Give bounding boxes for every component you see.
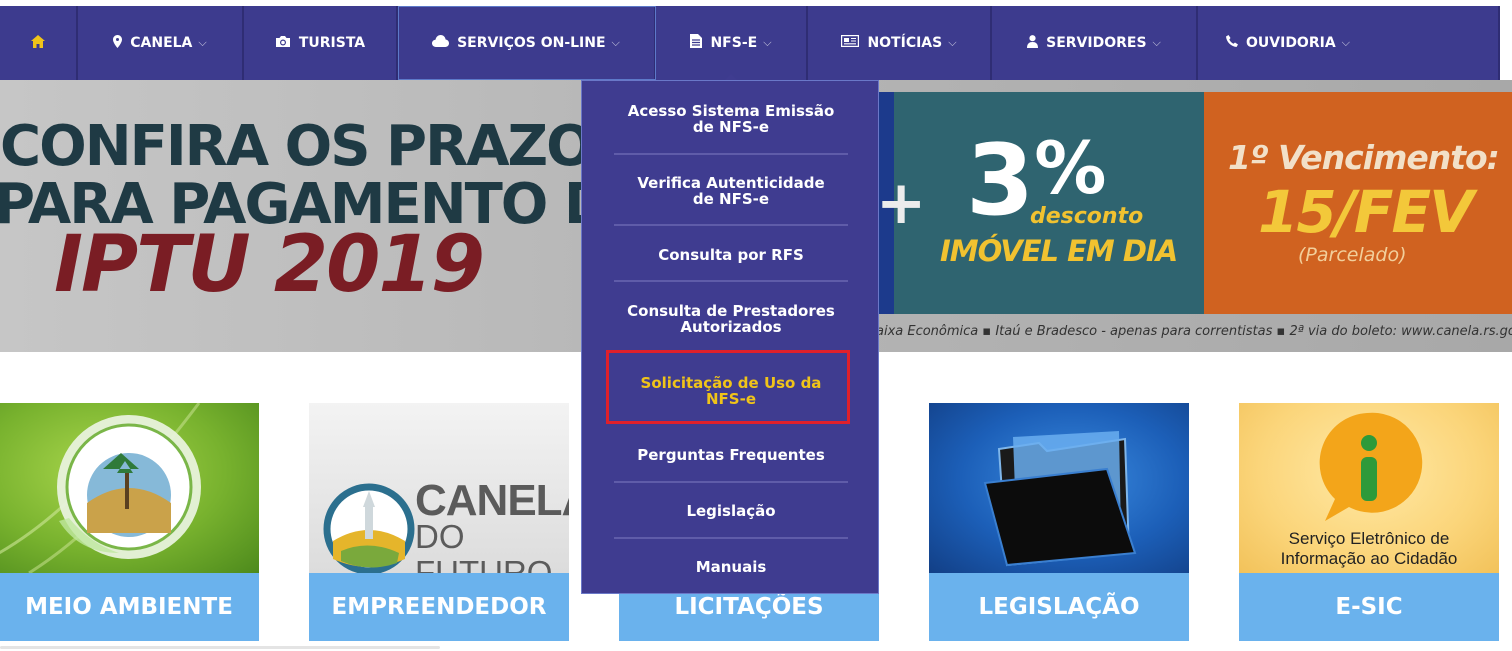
nav-ouvidoria[interactable]: OUVIDORIA ⌵ [1198, 6, 1500, 80]
menu-item-consulta-rfs[interactable]: Consulta por RFS [614, 247, 848, 263]
highlight-box [606, 350, 850, 424]
card-esic[interactable]: Serviço Eletrônico de Informação ao Cida… [1239, 403, 1499, 641]
nav-turista-label: TURISTA [298, 35, 366, 51]
nav-ouvidoria-label: OUVIDORIA [1246, 35, 1336, 51]
chevron-down-icon: ⌵ [763, 36, 772, 49]
chevron-down-icon: ⌵ [198, 36, 207, 49]
scroll-track [0, 646, 440, 649]
home-icon [31, 34, 45, 52]
nav-servidores-label: SERVIDORES [1046, 35, 1147, 51]
menu-item-perguntas-frequentes[interactable]: Perguntas Frequentes [614, 447, 848, 463]
menu-divider [614, 224, 848, 226]
environment-seal-icon [0, 403, 201, 573]
banner-headline-1: CONFIRA OS PRAZOS [0, 114, 632, 179]
nav-servidores[interactable]: SERVIDORES ⌵ [992, 6, 1198, 80]
meio-ambiente-image [0, 403, 259, 573]
card-label: LEGISLAÇÃO [929, 573, 1189, 641]
nav-noticias-label: NOTÍCIAS [867, 35, 943, 51]
card-legislacao[interactable]: LEGISLAÇÃO [929, 403, 1189, 641]
nav-nfse-label: NFS-E [710, 35, 758, 51]
menu-divider [614, 153, 848, 155]
chevron-down-icon: ⌵ [948, 36, 957, 49]
newspaper-icon [841, 35, 860, 51]
card-label: EMPREENDEDOR [309, 573, 569, 641]
card-label: MEIO AMBIENTE [0, 573, 259, 641]
user-icon [1027, 34, 1039, 52]
banner-vencimento-date: 15/FEV [1258, 178, 1474, 246]
nfse-dropdown-menu: Acesso Sistema Emissão de NFS-e Verifica… [581, 80, 879, 594]
canela-do-futuro-logo: CANELA DO FUTURO [415, 476, 569, 574]
legislacao-image [929, 403, 1189, 573]
banner-desconto: desconto [1030, 204, 1144, 229]
nav-servicos-online[interactable]: SERVIÇOS ON-LINE ⌵ [398, 6, 656, 80]
menu-item-manuais[interactable]: Manuais [614, 559, 848, 575]
nav-canela[interactable]: CANELA ⌵ [78, 6, 244, 80]
banner-headline-3: IPTU 2019 [54, 220, 485, 310]
nav-noticias[interactable]: NOTÍCIAS ⌵ [808, 6, 992, 80]
esic-image: Serviço Eletrônico de Informação ao Cida… [1239, 403, 1499, 573]
menu-divider [614, 481, 848, 483]
chevron-down-icon: ⌵ [1341, 36, 1351, 49]
menu-item-consulta-prestadores[interactable]: Consulta de Prestadores Autorizados [614, 303, 848, 335]
folder-icon [983, 431, 1137, 567]
menu-divider [614, 280, 848, 282]
card-label: E-SIC [1239, 573, 1499, 641]
menu-item-verifica-autenticidade[interactable]: Verifica Autenticidade de NFS-e [614, 175, 848, 207]
nav-turista[interactable]: TURISTA [244, 6, 398, 80]
banner-plus: + [876, 168, 927, 238]
chevron-down-icon: ⌵ [611, 36, 620, 49]
main-nav: CANELA ⌵ TURISTA SERVIÇOS ON-LINE ⌵ NFS-… [0, 6, 1500, 86]
empreendedor-image: CANELA DO FUTURO [309, 403, 569, 573]
nav-nfse[interactable]: NFS-E ⌵ [656, 6, 808, 81]
menu-divider [614, 537, 848, 539]
card-meio-ambiente[interactable]: MEIO AMBIENTE [0, 403, 259, 641]
menu-item-acesso-sistema[interactable]: Acesso Sistema Emissão de NFS-e [614, 103, 848, 135]
chevron-down-icon: ⌵ [1152, 36, 1161, 49]
banner-imovel-em-dia: IMÓVEL EM DIA [940, 234, 1178, 268]
nav-canela-label: CANELA [130, 35, 193, 51]
card-empreendedor[interactable]: CANELA DO FUTURO EMPREENDEDOR [309, 403, 569, 641]
map-pin-icon [113, 34, 123, 52]
camera-icon [275, 35, 291, 52]
nav-home[interactable] [0, 6, 78, 86]
banner-footnote: aixa Econômica ▪ Itaú e Bradesco - apena… [876, 324, 1512, 339]
esic-caption: Serviço Eletrônico de Informação ao Cida… [1280, 529, 1458, 568]
banner-vencimento-note: (Parcelado) [1298, 244, 1407, 266]
phone-icon [1226, 35, 1238, 51]
banner-vencimento-title: 1º Vencimento: [1228, 138, 1500, 177]
document-icon [690, 34, 703, 52]
menu-item-legislacao[interactable]: Legislação [614, 503, 848, 519]
canela-logo-icon [323, 483, 415, 573]
cloud-icon [432, 35, 450, 51]
nav-servicos-label: SERVIÇOS ON-LINE [457, 35, 606, 51]
